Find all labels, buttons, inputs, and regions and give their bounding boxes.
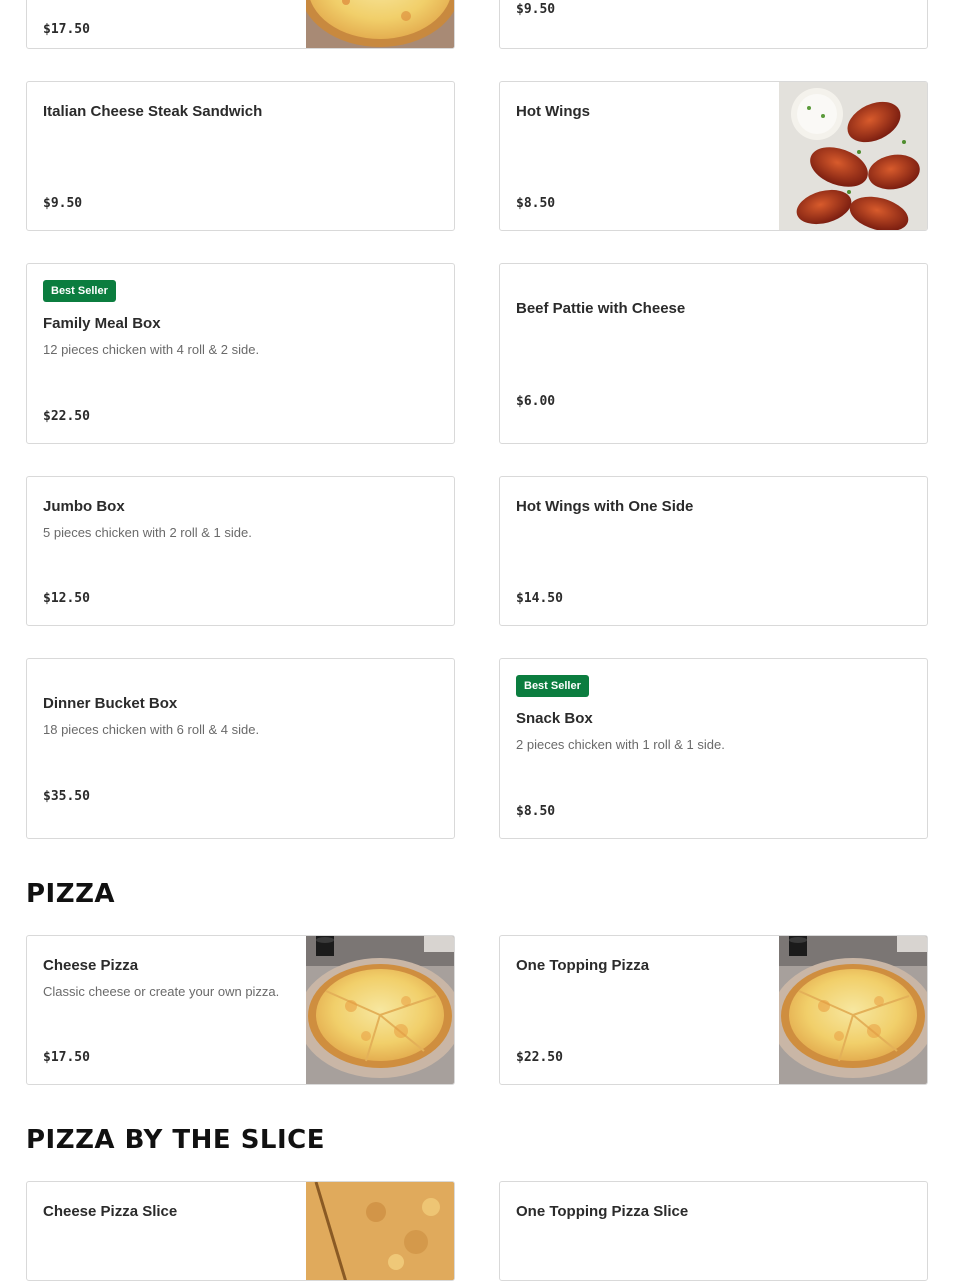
- menu-item-card[interactable]: Beef Pattie with Cheese $6.00: [499, 263, 928, 444]
- item-price: $9.50: [43, 196, 83, 211]
- item-description: 5 pieces chicken with 2 roll & 1 side.: [43, 525, 252, 540]
- item-price: $14.50: [516, 591, 563, 606]
- item-name: Beef Pattie with Cheese: [516, 300, 686, 317]
- item-name: One Topping Pizza Slice: [516, 1203, 689, 1220]
- item-name: Family Meal Box: [43, 315, 161, 332]
- item-price: $12.50: [43, 591, 90, 606]
- menu-item-card[interactable]: Hot Wings $8.50: [499, 81, 928, 231]
- menu-item-card[interactable]: Jumbo Box 5 pieces chicken with 2 roll &…: [26, 476, 455, 626]
- item-price: $22.50: [43, 409, 90, 424]
- item-description: Classic cheese or create your own pizza.: [43, 984, 280, 999]
- item-description: 18 pieces chicken with 6 roll & 4 side.: [43, 722, 260, 737]
- menu-item-card[interactable]: Best Seller Snack Box 2 pieces chicken w…: [499, 658, 928, 839]
- item-name: Snack Box: [516, 710, 593, 727]
- menu-item-card[interactable]: Cheese Pizza Classic cheese or create yo…: [26, 935, 455, 1085]
- item-price: $17.50: [43, 22, 90, 37]
- item-price: $22.50: [516, 1050, 563, 1065]
- best-seller-badge: Best Seller: [516, 675, 589, 697]
- item-price: $6.00: [516, 394, 556, 409]
- menu-item-card[interactable]: One Topping Pizza Slice: [499, 1181, 928, 1281]
- item-description: 2 pieces chicken with 1 roll & 1 side.: [516, 737, 725, 752]
- menu-item-card[interactable]: One Topping Pizza $22.50: [499, 935, 928, 1085]
- item-name: Cheese Pizza Slice: [43, 1203, 178, 1220]
- item-name: Cheese Pizza: [43, 957, 139, 974]
- menu-item-card[interactable]: Italian Cheese Steak Sandwich $9.50: [26, 81, 455, 231]
- hot-wings-photo: [779, 82, 927, 230]
- cheese-pizza-photo: [306, 0, 454, 48]
- section-title-pizza-by-the-slice: PIZZA BY THE SLICE: [26, 1125, 325, 1155]
- menu-item-card[interactable]: Dinner Bucket Box 18 pieces chicken with…: [26, 658, 455, 839]
- menu-item-card[interactable]: Best Seller Family Meal Box 12 pieces ch…: [26, 263, 455, 444]
- item-price: $35.50: [43, 789, 90, 804]
- item-name: Dinner Bucket Box: [43, 695, 178, 712]
- item-price: $9.50: [516, 2, 556, 17]
- item-price: $8.50: [516, 196, 556, 211]
- pizza-slice-photo: [306, 1182, 454, 1280]
- item-name: Hot Wings with One Side: [516, 498, 694, 515]
- item-description: 12 pieces chicken with 4 roll & 2 side.: [43, 342, 260, 357]
- item-price: $17.50: [43, 1050, 90, 1065]
- cheese-pizza-photo: [306, 936, 454, 1084]
- best-seller-badge: Best Seller: [43, 280, 116, 302]
- item-name: Hot Wings: [516, 103, 591, 120]
- menu-item-card[interactable]: $17.50: [26, 0, 455, 49]
- item-price: $8.50: [516, 804, 556, 819]
- cheese-pizza-photo: [779, 936, 927, 1084]
- menu-item-card[interactable]: Hot Wings with One Side $14.50: [499, 476, 928, 626]
- item-name: Jumbo Box: [43, 498, 125, 515]
- menu-item-card[interactable]: $9.50: [499, 0, 928, 49]
- section-title-pizza: PIZZA: [26, 879, 116, 909]
- item-name: One Topping Pizza: [516, 957, 650, 974]
- item-name: Italian Cheese Steak Sandwich: [43, 103, 263, 120]
- menu-item-card[interactable]: Cheese Pizza Slice: [26, 1181, 455, 1281]
